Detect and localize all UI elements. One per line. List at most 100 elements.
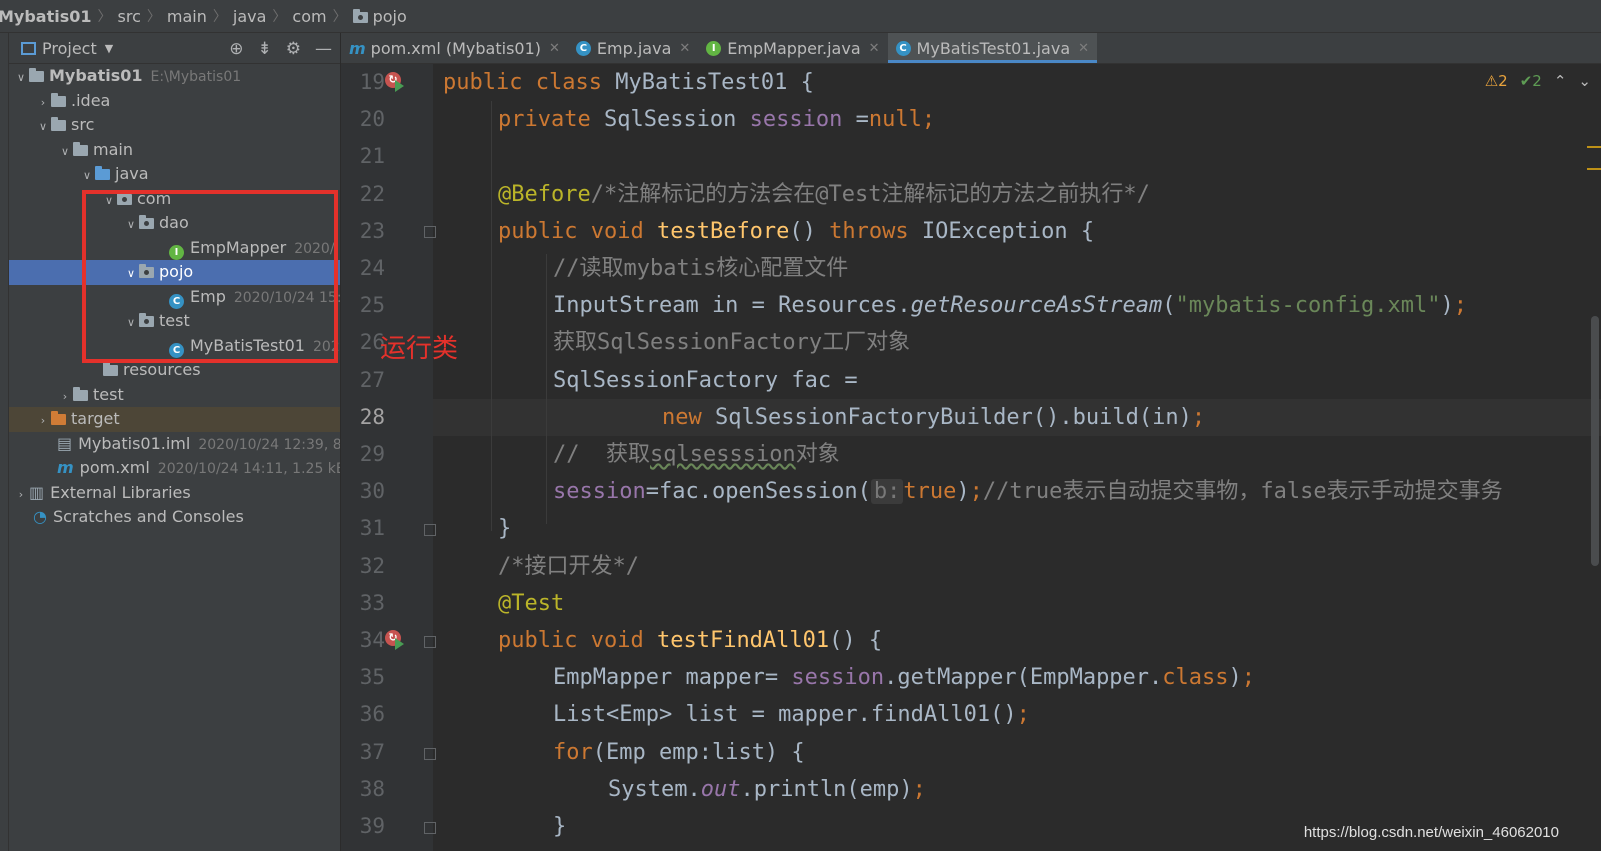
chevron-down-icon[interactable]: ∨: [101, 189, 117, 214]
project-panel: Project ▼ ⊕ ⇟ ⚙ — ∨ Mybatis01 E:\Mybatis01…: [9, 33, 340, 851]
tree-item-external-libraries[interactable]: › ▥ External Libraries: [9, 481, 340, 506]
collapse-all-icon[interactable]: ⇟: [258, 39, 272, 59]
token-punct: ;: [912, 776, 926, 802]
run-test-icon[interactable]: ↻: [385, 630, 404, 650]
tree-item-test-package[interactable]: ∨ test: [9, 309, 340, 334]
tree-item-test-dir[interactable]: › test: [9, 383, 340, 408]
close-icon[interactable]: ✕: [1078, 41, 1089, 56]
tab-emp-java[interactable]: C Emp.java ✕: [568, 33, 698, 63]
parameter-hint: b:: [870, 479, 904, 505]
tree-item-meta: E:\Mybatis01: [150, 69, 242, 85]
tab-empmapper-java[interactable]: I EmpMapper.java ✕: [698, 33, 887, 63]
project-view-title[interactable]: Project: [42, 39, 97, 58]
scratch-icon: ◔: [33, 507, 47, 526]
chevron-down-icon[interactable]: ∨: [57, 140, 73, 165]
project-view-icon: [21, 41, 36, 55]
token-comment: /*注解标记的方法会在@Test注解标记的方法之前执行*/: [590, 181, 1150, 207]
token-punct: ;: [1016, 702, 1030, 728]
code-area[interactable]: public class MyBatisTest01 { private Sql…: [433, 64, 1601, 851]
test-class-icon: C: [169, 342, 184, 358]
token-keyword: null: [868, 107, 922, 133]
chevron-right-icon: 〉: [212, 9, 227, 25]
tab-mybatistest01-java[interactable]: C MyBatisTest01.java ✕: [887, 33, 1098, 63]
chevron-down-icon[interactable]: ⌄: [1578, 72, 1591, 90]
chevron-down-icon[interactable]: ∨: [123, 262, 139, 287]
close-icon[interactable]: ✕: [869, 41, 880, 56]
tree-item-dao[interactable]: ∨ dao: [9, 211, 340, 236]
line-number: 32: [359, 553, 385, 578]
code-line-24: //读取mybatis核心配置文件: [553, 256, 849, 281]
line-number: 27: [359, 367, 385, 392]
breadcrumb-item-pojo[interactable]: pojo: [347, 7, 413, 26]
tree-item-label: main: [93, 139, 133, 159]
breadcrumb-item-project[interactable]: Mybatis01: [0, 7, 98, 26]
tree-item-label: com: [137, 188, 172, 208]
code-editor[interactable]: 19 20 21 22 23 24 25 26 27 28 29 30 31 3…: [341, 64, 1601, 851]
token-field: session: [749, 107, 843, 133]
tree-item-iml[interactable]: ▤Mybatis01.iml 2020/10/24 12:39, 81 B: [9, 432, 340, 457]
token-code: .println(emp): [740, 776, 913, 802]
chevron-up-icon[interactable]: ⌃: [1554, 72, 1567, 90]
tree-item-emp[interactable]: C Emp 2020/10/24 15:: [9, 285, 340, 310]
tree-item-label: Emp: [190, 286, 226, 306]
chevron-right-icon[interactable]: ›: [35, 91, 51, 116]
breadcrumb-item-src[interactable]: src: [112, 7, 147, 26]
tab-pom-xml[interactable]: m pom.xml (Mybatis01) ✕: [341, 33, 568, 63]
close-icon[interactable]: ✕: [679, 41, 690, 56]
locate-icon[interactable]: ⊕: [229, 39, 243, 59]
breadcrumb-item-com[interactable]: com: [286, 7, 332, 26]
chevron-down-icon[interactable]: ▼: [105, 42, 113, 55]
token-punct: (: [1162, 293, 1176, 319]
line-number: 23: [359, 218, 385, 243]
class-icon: C: [169, 293, 184, 309]
token-keyword: class: [1162, 665, 1229, 691]
tree-item-mybatis01[interactable]: ∨ Mybatis01 E:\Mybatis01: [9, 64, 340, 89]
tree-item-scratches[interactable]: ◔ Scratches and Consoles: [9, 505, 340, 530]
chevron-right-icon[interactable]: ›: [13, 483, 29, 508]
tree-item-empmapper[interactable]: I EmpMapper 2020/: [9, 236, 340, 261]
token-punct: {: [787, 70, 814, 95]
tree-item-idea[interactable]: › .idea: [9, 89, 340, 114]
token-type: IOException {: [921, 218, 1095, 244]
token-method: testFindAll01: [656, 628, 830, 653]
tree-item-label: MyBatisTest01: [190, 335, 305, 355]
tree-item-target[interactable]: › target: [9, 407, 340, 432]
tree-item-mybatistest01[interactable]: C MyBatisTest01 202: [9, 334, 340, 359]
tree-item-pom[interactable]: m pom.xml 2020/10/24 14:11, 1.25 kB 13: [9, 456, 340, 481]
close-icon[interactable]: ✕: [549, 41, 560, 56]
code-line-35: EmpMapper mapper= session.getMapper(EmpM…: [553, 659, 1255, 696]
tree-item-src[interactable]: ∨ src: [9, 113, 340, 138]
tree-item-com[interactable]: ∨ com: [9, 187, 340, 212]
token-static-method: getResourceAsStream: [910, 293, 1163, 319]
line-number: 24: [359, 256, 385, 280]
inspection-indicators[interactable]: ⚠2 ✔2 ⌃ ⌄: [1485, 72, 1591, 90]
breadcrumb-item-java[interactable]: java: [227, 7, 273, 26]
tree-item-main[interactable]: ∨ main: [9, 138, 340, 163]
chevron-down-icon[interactable]: ∨: [79, 164, 95, 189]
token-comment: // 获取: [553, 442, 650, 467]
chevron-right-icon: 〉: [272, 9, 287, 25]
chevron-down-icon[interactable]: ∨: [123, 213, 139, 238]
tree-item-java[interactable]: ∨ java: [9, 162, 340, 187]
gear-icon[interactable]: ⚙: [286, 39, 301, 59]
token-keyword: public: [498, 628, 578, 653]
chevron-right-icon[interactable]: ›: [35, 409, 51, 434]
warning-icon: ⚠2: [1484, 72, 1508, 90]
run-test-icon[interactable]: ↻: [385, 72, 404, 92]
chevron-down-icon[interactable]: ∨: [35, 115, 51, 140]
test-class-icon: C: [895, 40, 911, 56]
chevron-right-icon[interactable]: ›: [57, 385, 73, 410]
tree-item-label: resources: [123, 360, 201, 379]
class-icon: C: [575, 40, 591, 56]
chevron-down-icon[interactable]: ∨: [123, 311, 139, 336]
line-number: 21: [359, 144, 385, 169]
chevron-down-icon[interactable]: ∨: [13, 66, 29, 91]
tree-item-pojo[interactable]: ∨ pojo: [9, 260, 340, 285]
hide-icon[interactable]: —: [315, 39, 332, 59]
tree-item-label: pojo: [159, 262, 194, 281]
breadcrumb-item-main[interactable]: main: [161, 7, 213, 26]
tree-item-resources[interactable]: resources: [9, 358, 340, 383]
code-line-38: System.out.println(emp);: [608, 771, 926, 808]
vertical-scrollbar[interactable]: [1591, 316, 1599, 566]
token-punct: (): [789, 218, 816, 244]
